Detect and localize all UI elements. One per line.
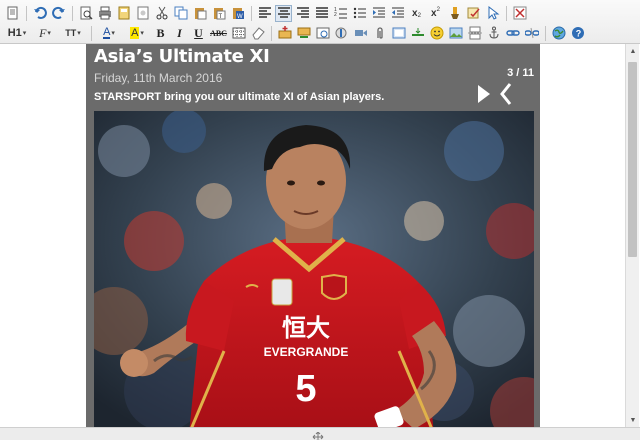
link-icon[interactable] [504,25,521,42]
toolbar-separator [271,25,272,41]
paste-text-icon[interactable]: T [210,5,227,22]
jersey-sponsor-cn: 恒大 [282,314,330,342]
select-all-icon[interactable] [484,5,501,22]
justify-icon[interactable] [313,5,330,22]
next-arrow-icon[interactable] [477,84,491,104]
source-icon[interactable] [4,5,21,22]
bold-button[interactable]: B [152,25,169,42]
page-break-icon[interactable] [466,25,483,42]
scroll-up-icon[interactable]: ▲ [626,44,640,58]
svg-text:2: 2 [334,12,337,18]
iframe-icon[interactable] [390,25,407,42]
editor-toolbar: T W 12 x2 x2 H1 ▾ F ▾ TT ▾ A ▾ A ▾ B I U ABC [0,0,640,44]
print-icon[interactable] [96,5,113,22]
vertical-scrollbar[interactable]: ▲ ▼ [625,44,639,427]
bulleted-list-icon[interactable] [351,5,368,22]
gallery-photo: 恒大 EVERGRANDE 5 [94,111,534,427]
chevron-down-icon: ▾ [47,30,51,37]
paste-word-icon[interactable]: W [229,5,246,22]
svg-text:W: W [237,14,243,20]
merge-cells-icon[interactable] [314,25,331,42]
subscript-icon[interactable]: x2 [408,5,425,22]
format-painter-icon[interactable] [446,5,463,22]
align-left-icon[interactable] [256,5,273,22]
flash-icon[interactable] [333,25,350,42]
toolbar-separator [91,25,92,41]
svg-text:T: T [218,14,222,20]
toolbar-row-2: H1 ▾ F ▾ TT ▾ A ▾ A ▾ B I U ABC ? [4,23,588,43]
outdent-icon[interactable] [389,5,406,22]
spellcheck-icon[interactable] [465,5,482,22]
chevron-down-icon: ▾ [22,30,27,37]
underline-button[interactable]: U [190,25,207,42]
globe-icon[interactable] [550,25,567,42]
toolbar-separator [545,25,546,41]
scrollbar-thumb[interactable] [628,62,637,257]
scroll-down-icon[interactable]: ▼ [626,413,640,427]
preview-icon[interactable] [77,5,94,22]
chevron-down-icon: ▾ [77,30,81,37]
numbered-list-icon[interactable]: 12 [332,5,349,22]
photo-gallery: Asia’s Ultimate XI Friday, 11th March 20… [86,44,540,427]
templates-icon[interactable] [115,5,132,22]
insert-row-above-icon[interactable] [276,25,293,42]
italic-button[interactable]: I [171,25,188,42]
chevron-down-icon: ▾ [140,30,144,37]
toolbar-separator [251,5,252,21]
prev-chevron-icon[interactable] [499,82,513,106]
text-color-dropdown[interactable]: A ▾ [96,25,122,42]
resize-handle-icon[interactable] [311,429,325,440]
video-icon[interactable] [352,25,369,42]
new-page-icon[interactable] [134,5,151,22]
gallery-date: Friday, 11th March 2016 [94,71,223,85]
emoticon-icon[interactable] [428,25,445,42]
align-center-icon[interactable] [275,4,292,22]
undo-icon[interactable] [31,5,48,22]
gallery-title: Asia’s Ultimate XI [94,46,270,67]
copy-icon[interactable] [172,5,189,22]
cut-icon[interactable] [153,5,170,22]
help-icon[interactable]: ? [569,25,586,42]
heading-dropdown[interactable]: H1 ▾ [4,25,30,42]
editor-content-area[interactable]: Asia’s Ultimate XI Friday, 11th March 20… [0,44,625,427]
insert-row-below-icon[interactable] [295,25,312,42]
font-family-dropdown[interactable]: F ▾ [32,25,58,42]
resize-bar [0,427,640,440]
gallery-description: STARSPORT bring you our ultimate XI of A… [94,91,385,103]
font-size-dropdown[interactable]: TT ▾ [60,25,86,42]
superscript-icon[interactable]: x2 [427,5,444,22]
redo-icon[interactable] [50,5,67,22]
eraser-icon[interactable] [249,25,266,42]
jersey-sponsor: EVERGRANDE [264,345,349,359]
align-right-icon[interactable] [294,5,311,22]
indent-icon[interactable] [370,5,387,22]
unlink-icon[interactable] [523,25,540,42]
toolbar-separator [26,5,27,21]
gallery-counter: 3 / 11 [507,67,534,79]
highlight-color-dropdown[interactable]: A ▾ [124,25,150,42]
horizontal-rule-icon[interactable] [409,25,426,42]
toolbar-separator [506,5,507,21]
svg-text:?: ? [575,29,581,39]
toolbar-separator [72,5,73,21]
strikethrough-button[interactable]: ABC [209,25,228,42]
anchor-icon[interactable] [485,25,502,42]
image-icon[interactable] [447,25,464,42]
attachment-icon[interactable] [371,25,388,42]
football-player-photo: 恒大 EVERGRANDE 5 [94,111,534,427]
toolbar-row-1: T W 12 x2 x2 [4,3,530,23]
maximize-icon[interactable] [511,5,528,22]
table-icon[interactable] [230,25,247,42]
jersey-number: 5 [295,368,316,410]
paste-icon[interactable] [191,5,208,22]
chevron-down-icon: ▾ [111,30,115,37]
